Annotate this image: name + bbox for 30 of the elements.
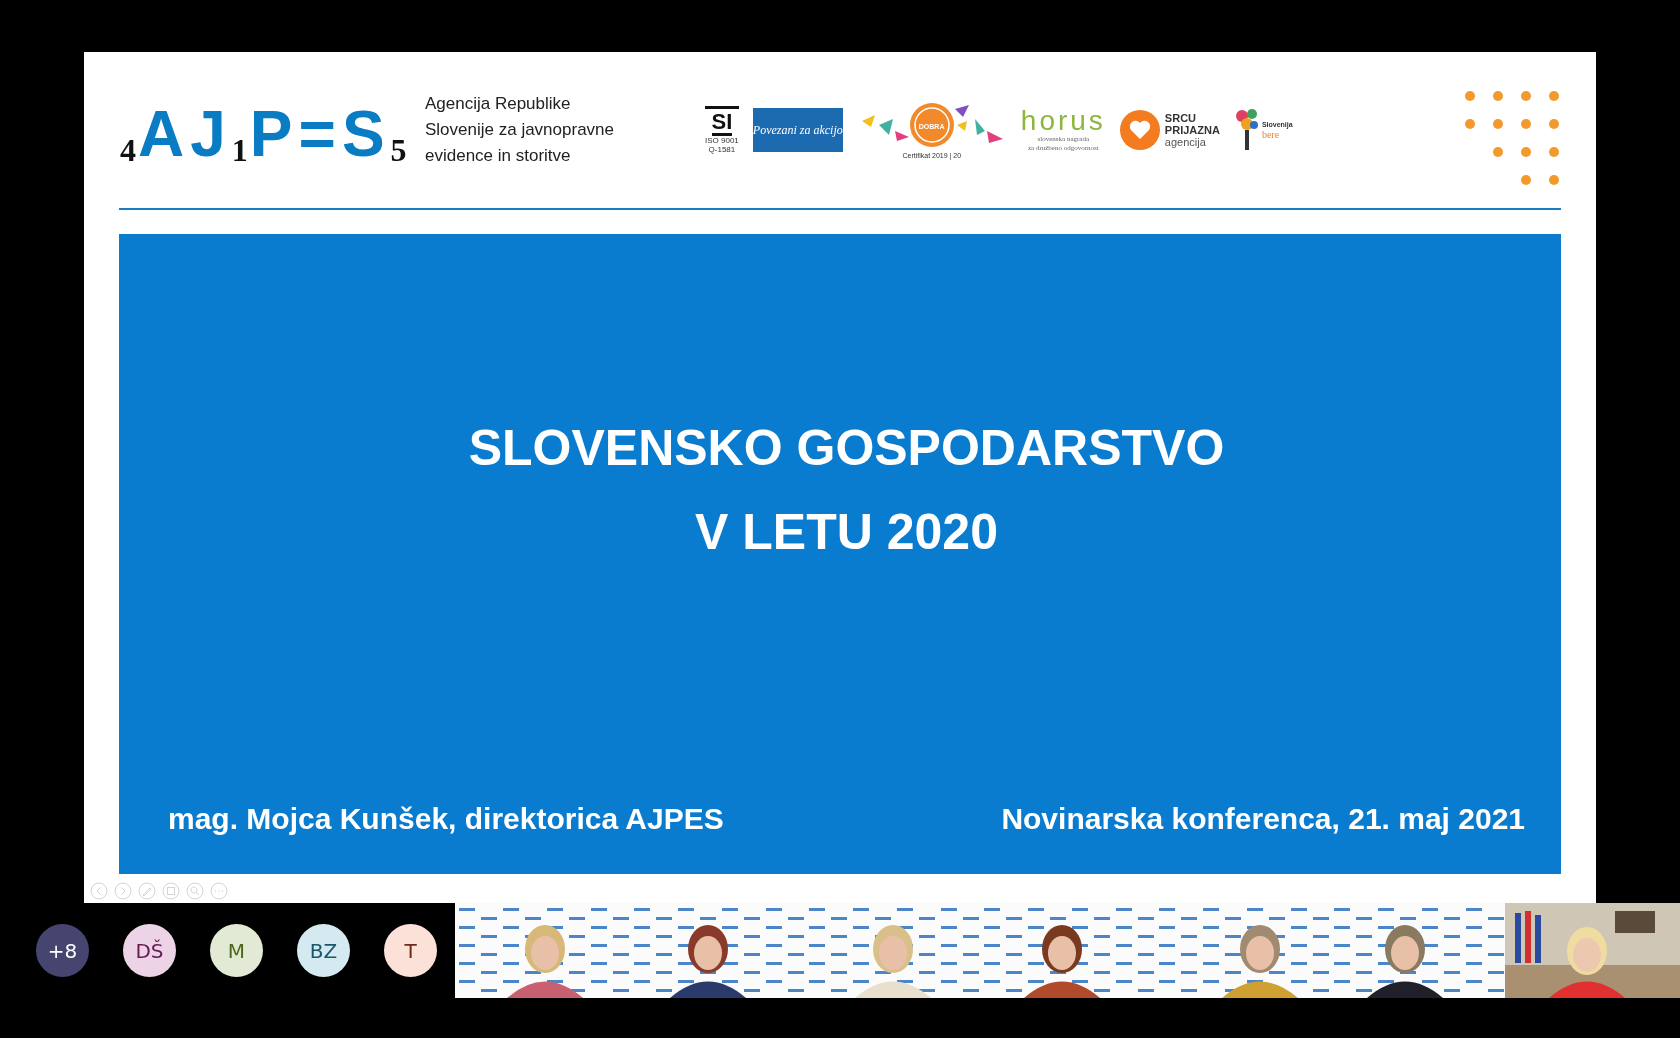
logo-letter: = [298,103,336,165]
logo-letter: S [341,103,385,165]
logo-letter: A [138,103,185,165]
logo-letter: J [190,103,226,165]
logo-text: bere [1261,129,1281,140]
zoom-icon[interactable] [186,882,204,900]
participant-avatar[interactable]: M [210,924,263,977]
logo-text: ISO 9001 [705,136,739,145]
logo-text: Q-1581 [708,145,736,154]
logo-text: horus [1020,107,1106,135]
logo-text: SI [711,111,733,136]
logo-digit: 5 [390,135,407,165]
more-icon[interactable] [210,882,228,900]
participant-avatar[interactable]: BZ [297,924,350,977]
logo-digit: 1 [231,135,248,165]
logo-text: agencija [1164,136,1207,148]
participant-avatar[interactable]: +8 [36,924,89,977]
logo-letter: P [249,103,293,165]
pen-icon[interactable] [138,882,156,900]
slide-title: SLOVENSKO GOSPODARSTVO V LETU 2020 [467,419,1226,562]
banner-logo: Povezani za akcijo [752,108,843,152]
logo-text: SRCU [1164,112,1198,124]
participant-avatar[interactable]: DŠ [123,924,176,977]
logo-digit: 4 [120,135,136,165]
slides-icon[interactable] [162,882,180,900]
event-text: Novinarska konferenca, 21. maj 2021 [1001,802,1525,836]
presenter-text: mag. Mojca Kunšek, direktorica AJPES [168,802,724,836]
agency-name: Agencija Republike Slovenije za javnopravne evidence in storitve [425,93,615,167]
logo-text: PRIJAZNA [1164,124,1220,136]
participant-avatar[interactable]: T [384,924,437,977]
